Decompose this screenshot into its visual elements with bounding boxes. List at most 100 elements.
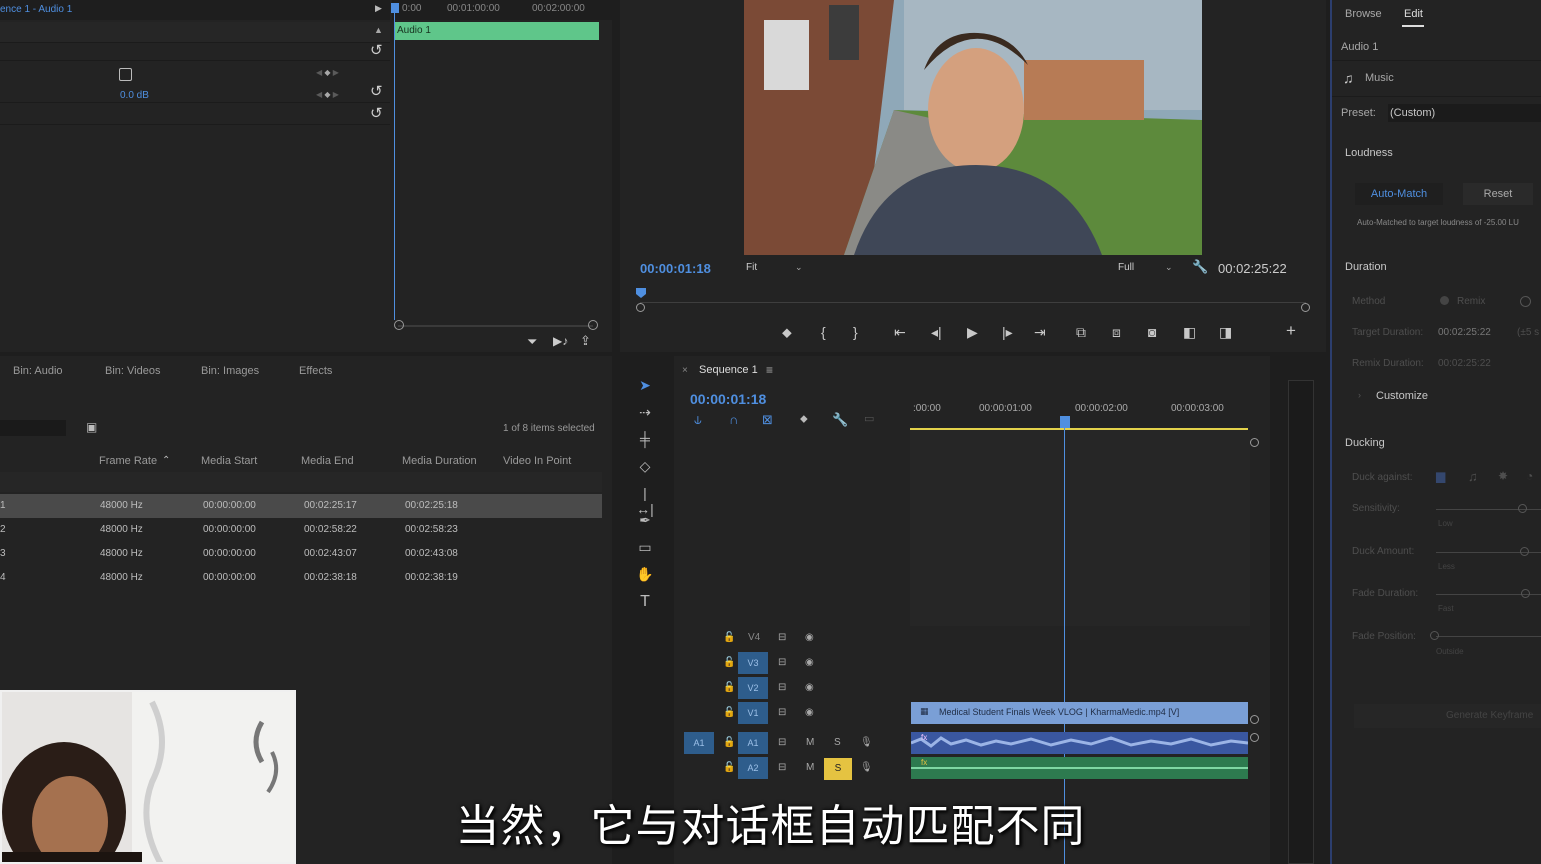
lock-icon[interactable]: 🔓 (723, 682, 735, 693)
source-patch-a1[interactable]: A1 (684, 732, 714, 754)
playhead-handle[interactable] (391, 3, 399, 13)
solo-button-active[interactable]: S (824, 758, 852, 780)
track-target-v3[interactable]: V3 (738, 652, 768, 674)
sync-lock-icon[interactable]: ⊟ (778, 707, 786, 718)
close-icon[interactable]: × (682, 365, 688, 376)
search-input[interactable] (0, 420, 66, 436)
customize-toggle[interactable]: Customize (1376, 390, 1428, 402)
slider-thumb[interactable] (1430, 631, 1439, 640)
play-icon[interactable]: ▶ (967, 324, 978, 341)
zoom-handle[interactable] (588, 320, 598, 330)
keyframe-nav-icon[interactable]: ◀ ◆ ▶ (316, 68, 339, 77)
go-to-out-icon[interactable]: ⇥ (1034, 324, 1046, 341)
zoom-handle[interactable] (394, 320, 404, 330)
wrench-icon[interactable]: 🔧 (1192, 259, 1208, 275)
step-forward-icon[interactable]: |▸ (1002, 324, 1013, 341)
slider-thumb[interactable] (1518, 504, 1527, 513)
overlay-icon[interactable]: ◨ (1219, 324, 1232, 341)
captions-icon[interactable]: ▭ (864, 412, 874, 425)
type-tool-icon[interactable]: T (635, 593, 655, 613)
tab-browse[interactable]: Browse (1345, 8, 1382, 20)
mark-in-icon[interactable]: { (821, 324, 826, 340)
auto-match-button[interactable]: Auto-Match (1355, 183, 1443, 205)
extract-icon[interactable]: ⧈ (1112, 324, 1121, 341)
column-media-duration[interactable]: Media Duration (402, 455, 477, 467)
audio-clip-bar[interactable]: Audio 1 (395, 22, 599, 40)
mark-out-icon[interactable]: } (853, 324, 858, 340)
wrench-icon[interactable]: 🔧 (832, 412, 848, 428)
zoom-handle[interactable] (1250, 733, 1259, 742)
dialogue-icon[interactable]: ▆ (1436, 469, 1445, 483)
slider-thumb[interactable] (1520, 547, 1529, 556)
solo-button[interactable]: S (834, 737, 841, 748)
tab-effects[interactable]: Effects (299, 365, 332, 377)
column-media-start[interactable]: Media Start (201, 455, 257, 467)
quality-dropdown[interactable]: Full (1118, 262, 1134, 273)
timeline-playhead-handle[interactable] (1060, 416, 1070, 428)
video-clip[interactable]: Medical Student Finals Week VLOG | Kharm… (911, 702, 1248, 724)
selection-tool-icon[interactable]: ➤ (635, 377, 655, 397)
track-target-v1[interactable]: V1 (738, 702, 768, 724)
reset-icon[interactable]: ↺ (370, 104, 383, 122)
audio-clip-a2[interactable]: fx (911, 757, 1248, 779)
table-row[interactable]: 2 48000 Hz 00:00:00:00 00:02:58:22 00:02:58:… (0, 518, 602, 542)
mic-icon[interactable]: 🎙 (860, 762, 873, 773)
track-target-a2[interactable]: A2 (738, 757, 768, 779)
zoom-handle[interactable] (1250, 715, 1259, 724)
program-video-frame[interactable] (744, 0, 1202, 255)
track-select-tool-icon[interactable]: ⇢ (635, 404, 655, 424)
chevron-down-icon[interactable]: ⌄ (1165, 262, 1173, 273)
sfx-icon[interactable]: ✸ (1498, 469, 1508, 483)
eye-icon[interactable]: ◉ (805, 657, 814, 668)
lift-icon[interactable]: ⧉ (1076, 324, 1086, 341)
eye-icon[interactable]: ◉ (805, 707, 814, 718)
add-marker-icon[interactable]: ⬥ (800, 413, 808, 426)
camera-icon[interactable]: ◙ (1148, 324, 1156, 340)
audio-clip-a1[interactable]: fx (911, 732, 1248, 754)
program-timecode[interactable]: 00:00:01:18 (640, 261, 711, 276)
fade-position-slider[interactable] (1436, 636, 1541, 637)
add-button-icon[interactable]: + (1286, 321, 1296, 341)
collapse-up-icon[interactable]: ▲ (374, 25, 383, 35)
sync-lock-icon[interactable]: ⊟ (778, 762, 786, 773)
column-frame-rate[interactable]: Frame Rate (99, 455, 157, 467)
tab-edit[interactable]: Edit (1404, 8, 1423, 20)
slider-thumb[interactable] (1521, 589, 1530, 598)
linked-selection-icon[interactable]: ⊠ (762, 412, 773, 428)
zoom-handle[interactable] (1301, 303, 1310, 312)
bypass-checkbox[interactable] (119, 68, 132, 81)
new-bin-icon[interactable]: ▣ (86, 420, 97, 434)
ripple-edit-tool-icon[interactable]: ╪ (635, 431, 655, 451)
tab-bin-videos[interactable]: Bin: Videos (105, 365, 160, 377)
music-icon[interactable]: ♫ (1468, 469, 1478, 484)
sync-lock-icon[interactable]: ⊟ (778, 737, 786, 748)
timeline-ruler[interactable]: :00:00 00:00:01:00 00:00:02:00 00:00:03:… (910, 398, 1248, 430)
go-to-in-icon[interactable]: ⇤ (894, 324, 906, 341)
target-duration-value[interactable]: 00:02:25:22 (1438, 327, 1491, 338)
track-target-v2[interactable]: V2 (738, 677, 768, 699)
snap-magnet-icon[interactable]: ∩ (729, 412, 738, 427)
pen-tool-icon[interactable]: ✒ (635, 512, 655, 532)
play-arrow-icon[interactable]: ▶ (375, 3, 382, 14)
column-video-in-point[interactable]: Video In Point (503, 455, 571, 467)
method-radio[interactable] (1520, 296, 1531, 307)
reset-button[interactable]: Reset (1463, 183, 1533, 205)
sync-lock-icon[interactable]: ⊟ (778, 632, 786, 643)
mute-button[interactable]: M (806, 737, 814, 748)
sync-lock-icon[interactable]: ⊟ (778, 682, 786, 693)
hand-tool-icon[interactable]: ✋ (635, 566, 655, 586)
tab-bin-images[interactable]: Bin: Images (201, 365, 259, 377)
fit-dropdown[interactable]: Fit (746, 262, 757, 273)
export-icon[interactable]: ⇪ (580, 333, 591, 349)
lock-icon[interactable]: 🔓 (723, 762, 735, 773)
sequence-tab[interactable]: Sequence 1 (699, 364, 758, 376)
keyframe-nav-icon[interactable]: ◀ ◆ ▶ (316, 90, 339, 99)
lock-icon[interactable]: 🔓 (723, 632, 735, 643)
rectangle-tool-icon[interactable]: ▭ (635, 539, 655, 559)
eye-icon[interactable]: ◉ (805, 682, 814, 693)
mic-icon[interactable]: 🎙 (860, 737, 873, 748)
insert-nest-icon[interactable]: ⫝ (694, 412, 702, 428)
slip-tool-icon[interactable]: |↔| (635, 485, 655, 517)
play-audio-icon[interactable]: ▶♪ (553, 334, 568, 348)
chevron-down-icon[interactable]: ⌄ (795, 262, 803, 273)
